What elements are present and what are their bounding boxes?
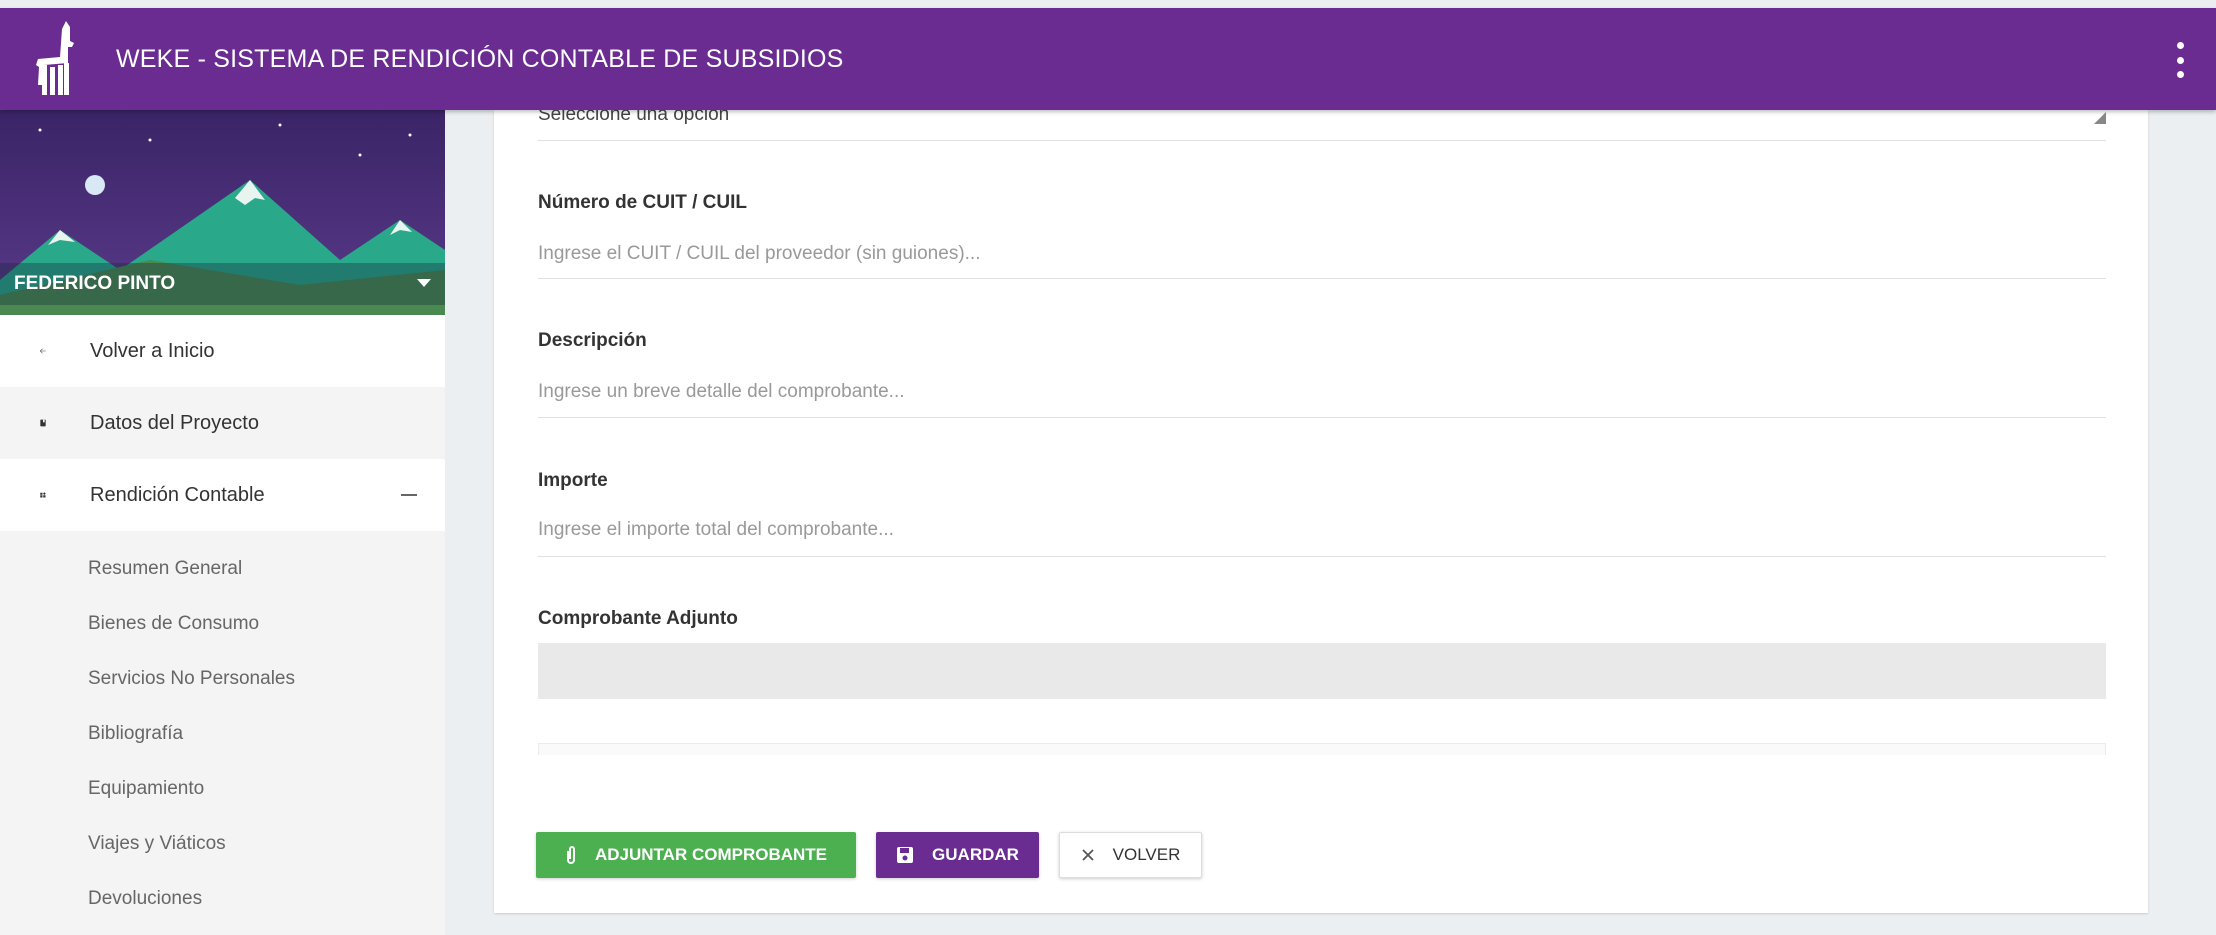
- cuit-label: Número de CUIT / CUIL: [538, 192, 748, 213]
- app-header: WEKE - SISTEMA DE RENDICIÓN CONTABLE DE …: [0, 8, 2216, 110]
- save-icon: [896, 846, 914, 864]
- book-icon: [0, 412, 46, 434]
- select-underline: [538, 140, 2106, 141]
- nav-back-home[interactable]: Volver a Inicio: [0, 315, 445, 387]
- save-button[interactable]: GUARDAR: [876, 832, 1039, 878]
- app-title: WEKE - SISTEMA DE RENDICIÓN CONTABLE DE …: [116, 44, 844, 73]
- attach-receipt-button[interactable]: ADJUNTAR COMPROBANTE: [536, 832, 856, 878]
- back-button[interactable]: VOLVER: [1059, 832, 1202, 878]
- collapse-icon[interactable]: [401, 494, 417, 496]
- description-input[interactable]: [538, 372, 2106, 412]
- amount-underline: [538, 556, 2106, 557]
- user-name: FEDERICO PINTO: [14, 273, 176, 294]
- attach-receipt-label: ADJUNTAR COMPROBANTE: [594, 845, 827, 864]
- profile-banner: FEDERICO PINTO: [0, 110, 445, 315]
- sidebar: FEDERICO PINTO Volver a Inicio Datos del…: [0, 110, 445, 935]
- sub-item-servicios-no-personales[interactable]: Servicios No Personales: [0, 651, 445, 706]
- paperclip-icon: [565, 845, 577, 865]
- accounting-submenu: Resumen General Bienes de Consumo Servic…: [0, 531, 445, 926]
- arrow-left-icon: [0, 342, 46, 360]
- sub-item-bibliografia[interactable]: Bibliografía: [0, 706, 445, 761]
- sub-item-resumen-general[interactable]: Resumen General: [0, 541, 445, 596]
- description-label: Descripción: [538, 330, 647, 351]
- select-arrow-icon[interactable]: [2094, 112, 2106, 124]
- nav-project-data[interactable]: Datos del Proyecto: [0, 387, 445, 459]
- sub-item-viajes-viaticos[interactable]: Viajes y Viáticos: [0, 816, 445, 871]
- nav-back-home-label: Volver a Inicio: [90, 339, 215, 362]
- nav-accounting[interactable]: Rendición Contable: [0, 459, 445, 531]
- sub-item-bienes-consumo[interactable]: Bienes de Consumo: [0, 596, 445, 651]
- sub-item-devoluciones[interactable]: Devoluciones: [0, 871, 445, 926]
- attachment-label: Comprobante Adjunto: [538, 608, 738, 629]
- receipt-form-card: Seleccione una opción Número de CUIT / C…: [494, 104, 2148, 913]
- user-menu[interactable]: FEDERICO PINTO: [0, 263, 445, 305]
- attachment-divider: [538, 743, 2106, 755]
- close-icon: [1081, 848, 1095, 862]
- llama-icon: [36, 21, 74, 95]
- more-vert-icon[interactable]: [2172, 42, 2188, 78]
- description-underline: [538, 417, 2106, 418]
- widgets-icon: [0, 484, 46, 506]
- amount-label: Importe: [538, 470, 608, 491]
- cuit-input[interactable]: [538, 234, 2106, 274]
- nav-project-data-label: Datos del Proyecto: [90, 411, 259, 434]
- amount-input[interactable]: [538, 510, 2106, 550]
- save-label: GUARDAR: [932, 845, 1019, 864]
- nav-accounting-label: Rendición Contable: [90, 483, 265, 506]
- cuit-underline: [538, 278, 2106, 279]
- sub-item-equipamiento[interactable]: Equipamiento: [0, 761, 445, 816]
- back-label: VOLVER: [1112, 845, 1181, 864]
- caret-down-icon: [417, 279, 431, 287]
- attachment-preview: [538, 643, 2106, 699]
